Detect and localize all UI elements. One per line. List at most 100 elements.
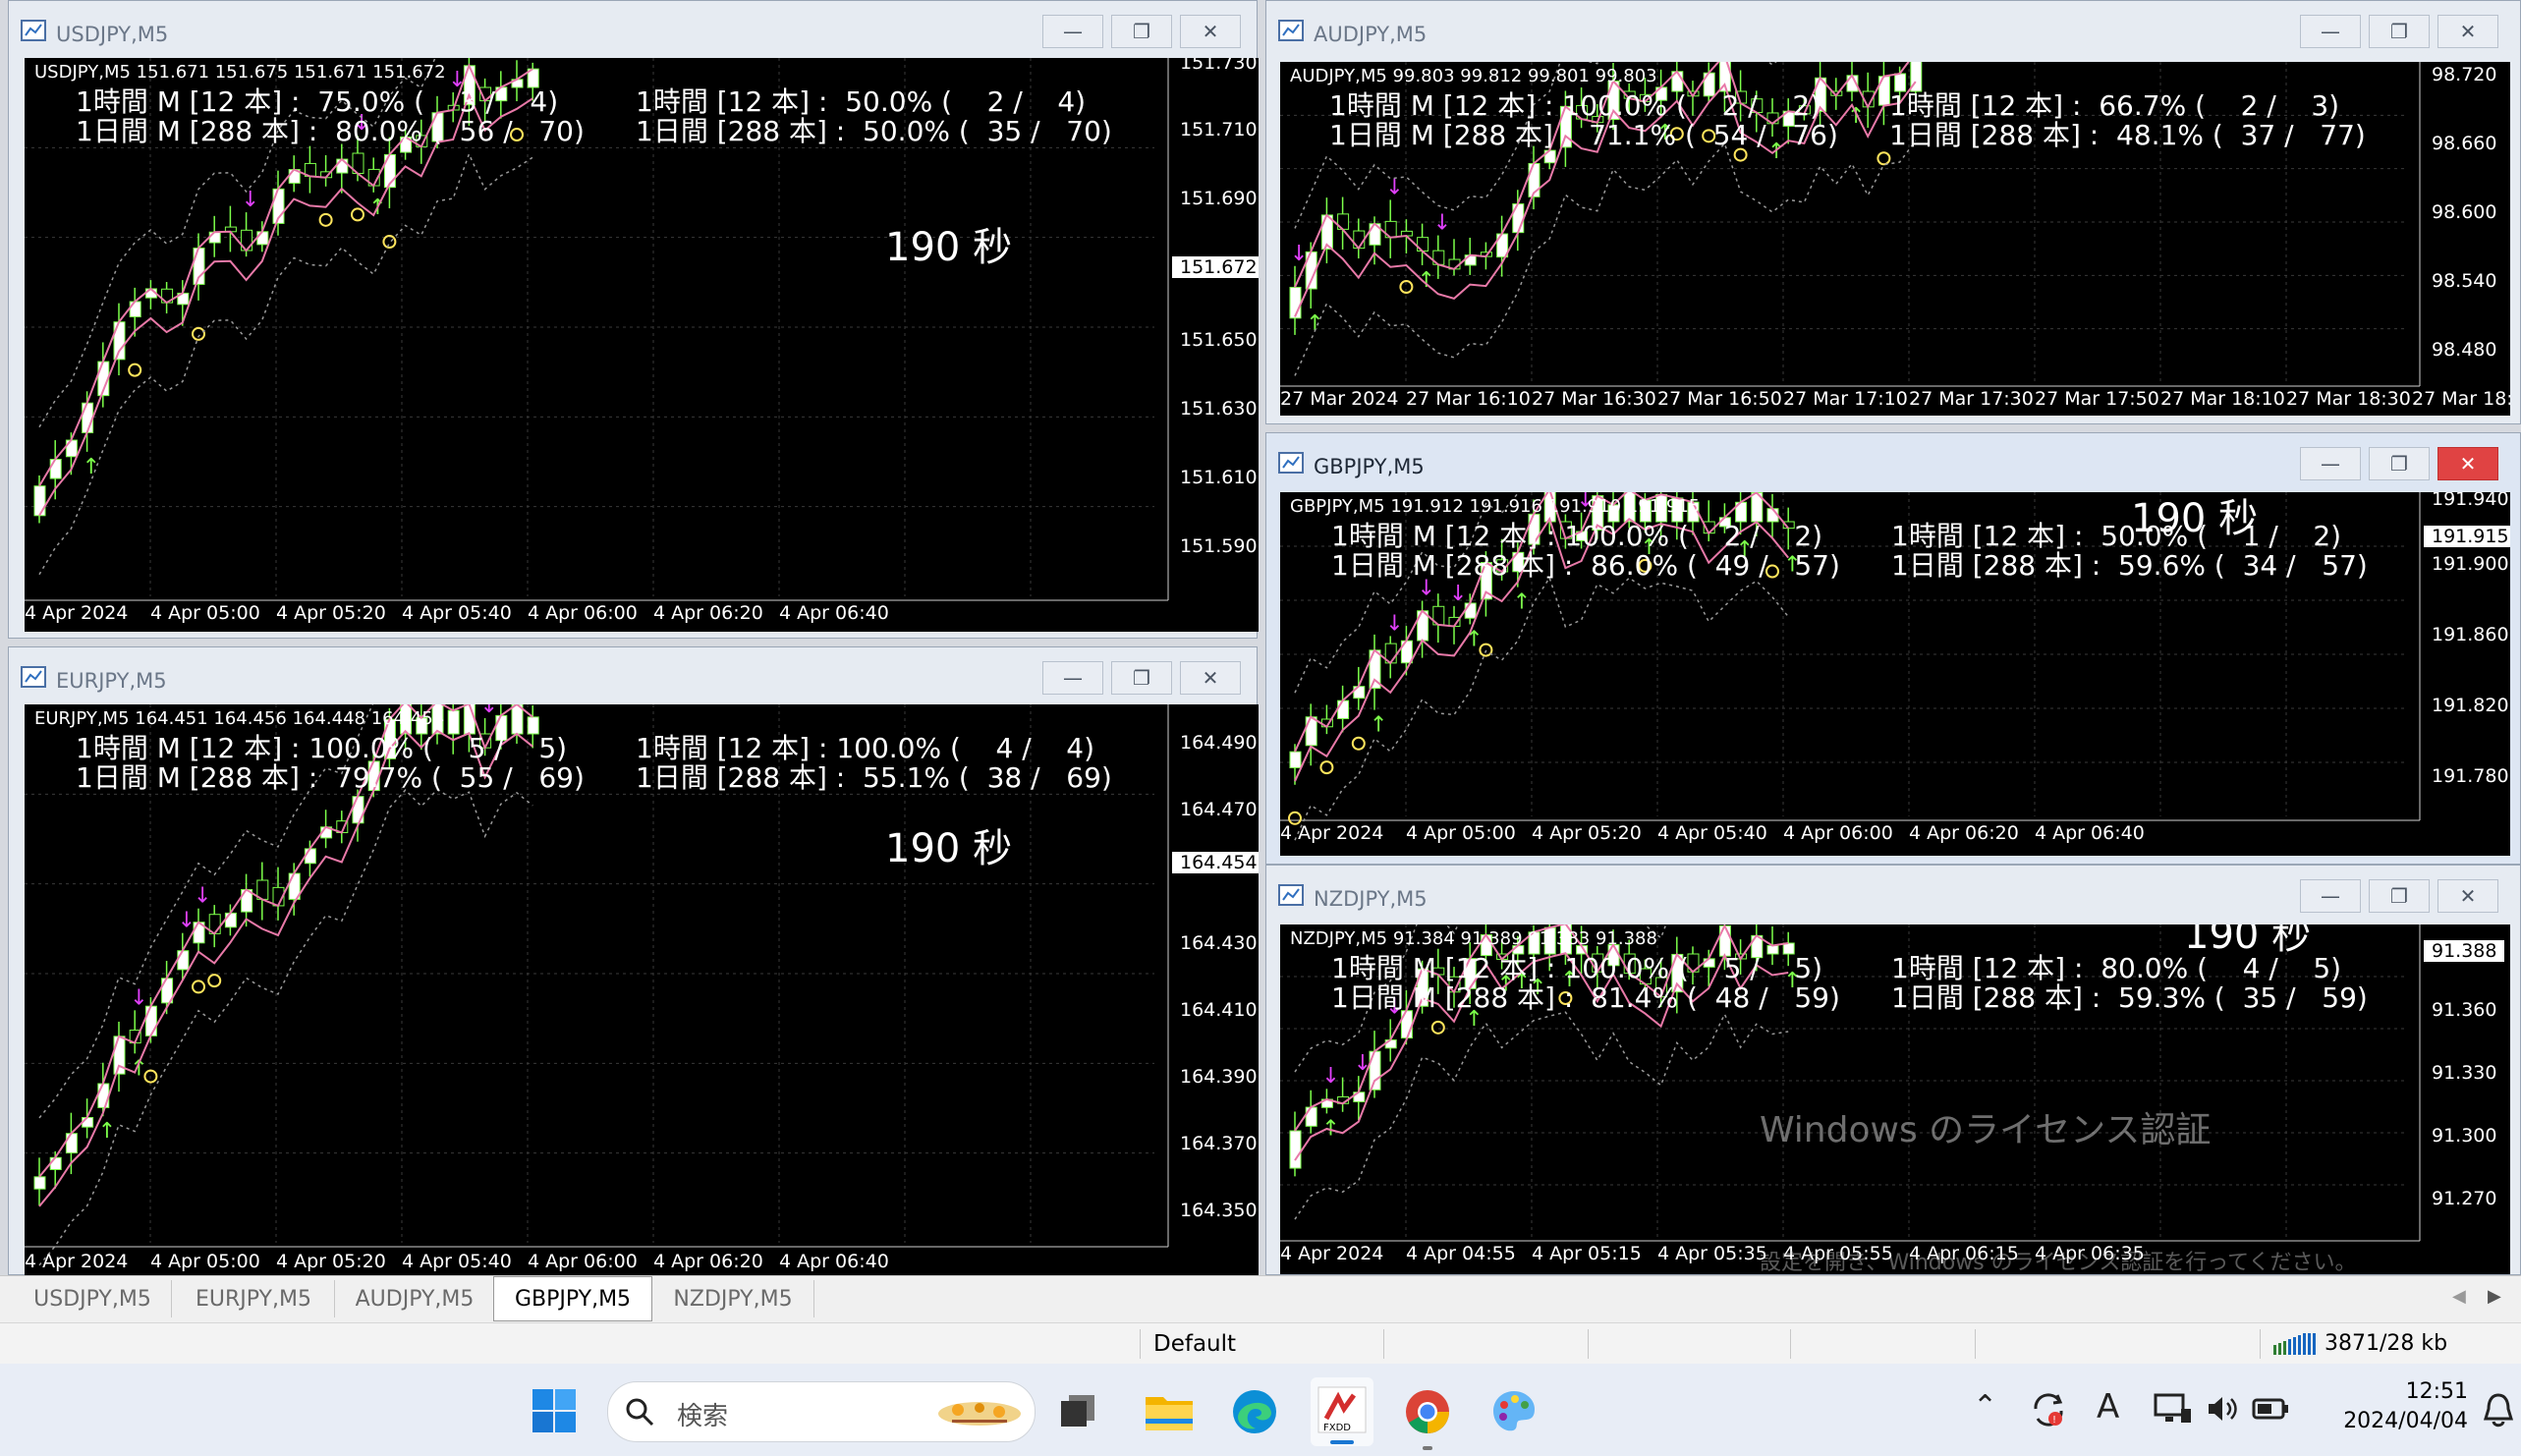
tab-scroll-right-icon[interactable]: ▶ bbox=[2488, 1286, 2501, 1307]
clock-date[interactable]: 2024/04/04 bbox=[2315, 1409, 2468, 1433]
window-titlebar[interactable]: AUDJPY,M5 — ❐ ✕ bbox=[1266, 1, 2520, 60]
time-tick: 4 Apr 05:40 bbox=[1657, 822, 1767, 844]
tab-audjpy[interactable]: AUDJPY,M5 bbox=[336, 1280, 494, 1317]
chart-tab-bar: USDJPY,M5 EURJPY,M5 AUDJPY,M5 GBPJPY,M5 … bbox=[0, 1275, 2521, 1323]
time-tick: 27 Mar 16:10 bbox=[1406, 388, 1531, 410]
window-minimize-icon[interactable]: — bbox=[1042, 661, 1103, 695]
edge-icon[interactable] bbox=[1230, 1387, 1279, 1436]
chart-window-gbpjpy[interactable]: GBPJPY,M5 — ❐ ✕ ↑↓↓↓↑↑↓↓↑↓↑↓↓↑ GBPJPY,M5… bbox=[1265, 432, 2521, 865]
chart-window-nzdjpy[interactable]: NZDJPY,M5 — ❐ ✕ ↓ ↑ ↓ ↓ ↑ ↑ ↑ ↑ ↑ ↑ NZDJPY,M5 91.… bbox=[1265, 865, 2521, 1275]
buy-arrow-icon: ↑ bbox=[1513, 590, 1531, 615]
tab-eurjpy[interactable]: EURJPY,M5 bbox=[173, 1280, 335, 1317]
chart-window-eurjpy[interactable]: EURJPY,M5 — ❐ ✕ ↑↓↑↓↓↓↓ EURJPY,M5 164.45… bbox=[8, 646, 1259, 1276]
chevron-up-icon[interactable]: ⌃ bbox=[1973, 1389, 1997, 1424]
time-tick: 4 Apr 06:00 bbox=[528, 1251, 638, 1272]
chrome-icon[interactable] bbox=[1403, 1387, 1452, 1436]
taskbar-search-box[interactable]: 検索 bbox=[607, 1381, 1036, 1442]
win-rate-stat: 1日間 M [288 本] : 71.1% ( 54 / 76) bbox=[1329, 119, 1838, 151]
win-rate-stat: 1時間 M [12 本] : 100.0% ( 5 / 5) bbox=[1331, 952, 1823, 984]
signal-circle-icon bbox=[1877, 151, 1891, 166]
window-maximize-icon[interactable]: ❐ bbox=[2369, 447, 2430, 480]
window-minimize-icon[interactable]: — bbox=[2300, 879, 2361, 913]
candlestick bbox=[224, 912, 237, 928]
price-chart[interactable]: ↓↑↓↑↓↓↑↓↑↑↓ AUDJPY,M5 99.803 99.812 99.8… bbox=[1280, 62, 2510, 416]
tab-nzdjpy[interactable]: NZDJPY,M5 bbox=[652, 1280, 814, 1317]
time-tick: 27 Mar 18: bbox=[2412, 388, 2510, 410]
notification-icon[interactable] bbox=[2482, 1391, 2515, 1428]
sell-arrow-icon: ↓ bbox=[1767, 492, 1785, 494]
window-titlebar[interactable]: USDJPY,M5 — ❐ ✕ bbox=[9, 1, 1257, 60]
window-close-icon[interactable]: ✕ bbox=[1180, 661, 1241, 695]
window-maximize-icon[interactable]: ❐ bbox=[2369, 15, 2430, 48]
fxdd-taskbar-button[interactable]: FXDD bbox=[1311, 1377, 1373, 1446]
window-maximize-icon[interactable]: ❐ bbox=[1111, 15, 1172, 48]
symbol-quote-line: AUDJPY,M5 99.803 99.812 99.801 99.803 bbox=[1290, 66, 1657, 86]
price-chart[interactable]: ↓ ↑ ↓ ↓ ↑ ↑ ↑ ↑ ↑ ↑ NZDJPY,M5 91.384 91.389 91.38… bbox=[1280, 924, 2510, 1274]
paint-icon[interactable] bbox=[1489, 1387, 1539, 1436]
mdi-workspace: USDJPY,M5 — ❐ ✕ ↑ ↓ ↓ ↑ ↓ USDJPY,M5 151.671 … bbox=[0, 0, 2521, 1276]
clock-time[interactable]: 12:51 bbox=[2350, 1379, 2468, 1404]
window-close-icon[interactable]: ✕ bbox=[2437, 879, 2498, 913]
buy-arrow-icon: ↑ bbox=[1306, 311, 1323, 336]
win-rate-stat: 1時間 M [12 本] : 100.0% ( 2 / 2) bbox=[1329, 89, 1821, 122]
task-view-icon[interactable] bbox=[1059, 1393, 1098, 1428]
ime-icon[interactable]: A bbox=[2097, 1387, 2119, 1427]
window-titlebar[interactable]: NZDJPY,M5 — ❐ ✕ bbox=[1266, 866, 2520, 924]
network-icon[interactable] bbox=[2154, 1391, 2193, 1427]
file-explorer-icon[interactable] bbox=[1144, 1389, 1195, 1432]
chart-window-audjpy[interactable]: AUDJPY,M5 — ❐ ✕ ↓↑↓↑↓↓↑↓↑↑↓ AUDJPY,M5 99… bbox=[1265, 0, 2521, 424]
window-minimize-icon[interactable]: — bbox=[2300, 447, 2361, 480]
current-price-label: 151.672 bbox=[1172, 256, 1259, 278]
candlestick bbox=[1289, 751, 1302, 769]
price-tick: 98.660 bbox=[2432, 133, 2497, 154]
win-rate-stat: 1時間 [12 本] : 50.0% ( 2 / 4) bbox=[636, 85, 1087, 118]
status-divider bbox=[1975, 1329, 1976, 1359]
price-tick: 191.860 bbox=[2432, 624, 2509, 645]
battery-icon[interactable] bbox=[2252, 1397, 2289, 1421]
tab-scroll-left-icon[interactable]: ◀ bbox=[2452, 1286, 2466, 1307]
signal-circle-icon bbox=[351, 207, 364, 222]
window-close-icon[interactable]: ✕ bbox=[2437, 15, 2498, 48]
win-rate-stat: 1日間 [288 本] : 59.3% ( 35 / 59) bbox=[1891, 981, 2368, 1014]
bollinger-band-line bbox=[38, 788, 533, 1266]
signal-circle-icon bbox=[1351, 736, 1366, 751]
countdown-timer: 190 秒 bbox=[885, 826, 1013, 871]
price-tick: 191.780 bbox=[2432, 765, 2509, 787]
status-divider bbox=[1588, 1329, 1589, 1359]
price-chart[interactable]: ↑ ↓ ↓ ↑ ↓ USDJPY,M5 151.671 151.675 151.671 … bbox=[25, 58, 1259, 632]
time-tick: 27 Mar 17:10 bbox=[1783, 388, 1908, 410]
time-axis: 4 Apr 2024 4 Apr 05:00 4 Apr 05:20 4 Apr… bbox=[25, 600, 1259, 628]
time-tick: 4 Apr 05:20 bbox=[276, 1251, 386, 1272]
window-minimize-icon[interactable]: — bbox=[2300, 15, 2361, 48]
window-close-icon[interactable]: ✕ bbox=[2437, 447, 2498, 480]
window-maximize-icon[interactable]: ❐ bbox=[1111, 661, 1172, 695]
tab-gbpjpy[interactable]: GBPJPY,M5 bbox=[493, 1276, 652, 1321]
candlestick bbox=[208, 231, 221, 244]
buy-arrow-icon: ↑ bbox=[1370, 713, 1387, 738]
search-placeholder: 検索 bbox=[677, 1402, 729, 1431]
tab-usdjpy[interactable]: USDJPY,M5 bbox=[14, 1280, 172, 1317]
price-tick: 191.820 bbox=[2432, 695, 2509, 716]
candlestick bbox=[177, 950, 190, 971]
volume-icon[interactable] bbox=[2205, 1393, 2240, 1425]
win-rate-stat: 1日間 [288 本] : 59.6% ( 34 / 57) bbox=[1891, 549, 2368, 582]
window-titlebar[interactable]: GBPJPY,M5 — ❐ ✕ bbox=[1266, 433, 2520, 492]
sync-icon[interactable]: ! bbox=[2030, 1391, 2067, 1428]
price-tick: 91.300 bbox=[2432, 1125, 2497, 1147]
window-close-icon[interactable]: ✕ bbox=[1180, 15, 1241, 48]
window-maximize-icon[interactable]: ❐ bbox=[2369, 879, 2430, 913]
win-rate-stat: 1日間 [288 本] : 50.0% ( 35 / 70) bbox=[636, 115, 1112, 147]
candlestick bbox=[1337, 700, 1350, 720]
window-minimize-icon[interactable]: — bbox=[1042, 15, 1103, 48]
price-tick: 191.940 bbox=[2432, 492, 2509, 510]
window-title: EURJPY,M5 bbox=[56, 669, 167, 693]
price-tick: 151.690 bbox=[1180, 188, 1258, 209]
chart-window-usdjpy[interactable]: USDJPY,M5 — ❐ ✕ ↑ ↓ ↓ ↑ ↓ USDJPY,M5 151.671 … bbox=[8, 0, 1259, 639]
windows-start-icon[interactable] bbox=[531, 1387, 578, 1434]
time-tick: 4 Apr 05:00 bbox=[1406, 822, 1516, 844]
price-chart[interactable]: ↑↓↑↓↓↓↓ EURJPY,M5 164.451 164.456 164.44… bbox=[25, 704, 1259, 1276]
window-titlebar[interactable]: EURJPY,M5 — ❐ ✕ bbox=[9, 647, 1257, 706]
candlestick bbox=[1464, 602, 1477, 619]
price-chart[interactable]: ↑↓↓↓↑↑↓↓↑↓↑↓↓↑ GBPJPY,M5 191.912 191.916… bbox=[1280, 492, 2510, 856]
candlestick bbox=[82, 402, 94, 433]
